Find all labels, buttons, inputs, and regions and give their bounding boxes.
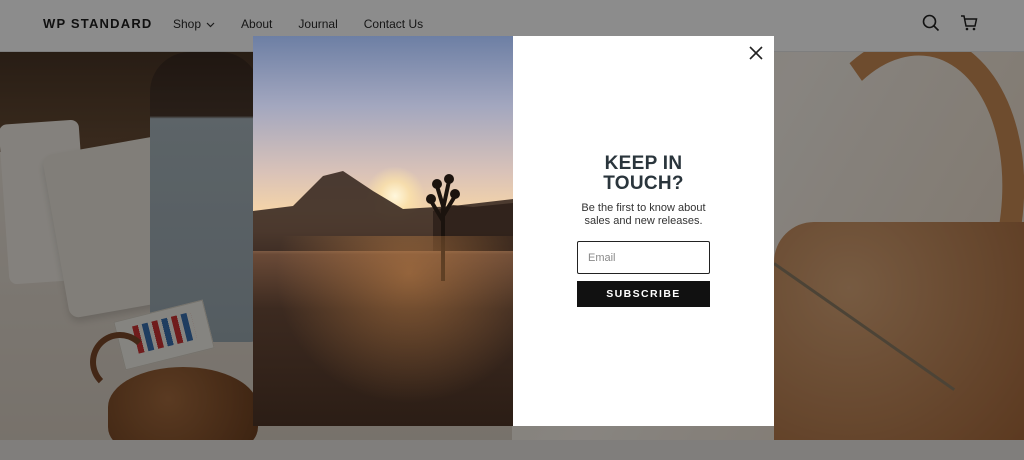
desert-shrubs: [253, 236, 513, 426]
close-button[interactable]: [748, 45, 764, 61]
newsletter-popup: KEEP IN TOUCH? Be the first to know abou…: [253, 36, 774, 426]
popup-image-desert-sunset: [253, 36, 513, 426]
popup-subtitle-line: sales and new releases.: [584, 215, 703, 227]
subscribe-button[interactable]: SUBSCRIBE: [577, 281, 710, 307]
close-icon: [749, 46, 763, 60]
popup-content: KEEP IN TOUCH? Be the first to know abou…: [513, 36, 774, 426]
popup-title: KEEP IN TOUCH?: [513, 154, 774, 194]
popup-subtitle-line: Be the first to know about: [581, 202, 706, 214]
popup-title-line: TOUCH?: [603, 173, 684, 194]
popup-title-line: KEEP IN: [604, 153, 683, 174]
email-field[interactable]: [577, 241, 710, 274]
popup-subtitle: Be the first to know about sales and new…: [513, 202, 774, 228]
